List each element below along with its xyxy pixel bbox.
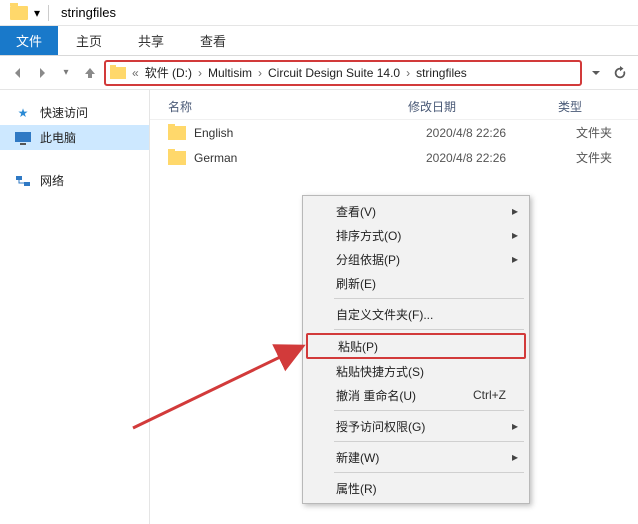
menu-item-refresh[interactable]: 刷新(E): [306, 271, 526, 295]
menu-item-label: 新建(W): [336, 449, 379, 466]
address-bar[interactable]: « 软件 (D:) › Multisim › Circuit Design Su…: [104, 60, 582, 86]
refresh-icon[interactable]: [610, 63, 630, 83]
column-name[interactable]: 名称: [168, 98, 408, 115]
menu-item-customize-folder[interactable]: 自定义文件夹(F)...: [306, 302, 526, 326]
window-title: stringfiles: [61, 5, 116, 20]
laquo-icon: «: [128, 66, 143, 80]
menu-item-label: 刷新(E): [336, 275, 376, 292]
chevron-right-icon: ▸: [512, 252, 518, 266]
menu-item-label: 分组依据(P): [336, 251, 400, 268]
menu-item-paste[interactable]: 粘贴(P): [306, 333, 526, 359]
address-history-icon[interactable]: [586, 63, 606, 83]
chevron-right-icon: ▸: [512, 450, 518, 464]
menu-item-group[interactable]: 分组依据(P) ▸: [306, 247, 526, 271]
column-headers[interactable]: 名称 修改日期 类型: [150, 90, 638, 120]
folder-icon: [168, 126, 186, 140]
sidebar: ★ 快速访问 此电脑 网络: [0, 90, 150, 524]
item-date: 2020/4/8 22:26: [426, 151, 576, 165]
item-type: 文件夹: [576, 149, 630, 166]
item-date: 2020/4/8 22:26: [426, 126, 576, 140]
item-name: English: [194, 126, 426, 140]
sidebar-item-label: 网络: [40, 172, 64, 189]
network-icon: [14, 174, 32, 188]
menu-item-label: 粘贴快捷方式(S): [336, 363, 424, 380]
chevron-down-icon[interactable]: ▾: [34, 6, 40, 20]
menu-item-view[interactable]: 查看(V) ▸: [306, 199, 526, 223]
column-type[interactable]: 类型: [558, 98, 630, 115]
column-date[interactable]: 修改日期: [408, 98, 558, 115]
menu-item-label: 撤消 重命名(U): [336, 387, 416, 404]
separator: [48, 5, 49, 21]
menu-divider: [334, 298, 524, 299]
tab-home[interactable]: 主页: [58, 26, 120, 55]
menu-divider: [334, 441, 524, 442]
tab-view[interactable]: 查看: [182, 26, 244, 55]
menu-item-shortcut: Ctrl+Z: [473, 388, 506, 402]
chevron-right-icon: ▸: [512, 419, 518, 433]
ribbon-tabs: 文件 主页 共享 查看: [0, 26, 638, 56]
folder-icon: [10, 6, 28, 20]
item-name: German: [194, 151, 426, 165]
breadcrumb-segment[interactable]: Multisim: [206, 66, 254, 80]
menu-item-label: 排序方式(O): [336, 227, 401, 244]
sidebar-item-this-pc[interactable]: 此电脑: [0, 125, 149, 150]
tab-file[interactable]: 文件: [0, 26, 58, 55]
chevron-right-icon: ›: [402, 66, 414, 80]
sidebar-item-quick-access[interactable]: ★ 快速访问: [0, 100, 149, 125]
list-item[interactable]: English 2020/4/8 22:26 文件夹: [150, 120, 638, 145]
folder-icon: [168, 151, 186, 165]
recent-locations-icon[interactable]: ▾: [56, 63, 76, 83]
menu-item-paste-shortcut[interactable]: 粘贴快捷方式(S): [306, 359, 526, 383]
back-button[interactable]: [8, 63, 28, 83]
chevron-right-icon: ▸: [512, 204, 518, 218]
menu-divider: [334, 329, 524, 330]
sidebar-item-label: 快速访问: [40, 104, 88, 121]
breadcrumb-segment[interactable]: stringfiles: [414, 66, 469, 80]
chevron-right-icon: ›: [254, 66, 266, 80]
window-titlebar: ▾ stringfiles: [0, 0, 638, 26]
star-icon: ★: [14, 106, 32, 120]
up-button[interactable]: [80, 63, 100, 83]
menu-item-grant-access[interactable]: 授予访问权限(G) ▸: [306, 414, 526, 438]
menu-item-new[interactable]: 新建(W) ▸: [306, 445, 526, 469]
menu-item-label: 授予访问权限(G): [336, 418, 425, 435]
menu-item-undo[interactable]: 撤消 重命名(U) Ctrl+Z: [306, 383, 526, 407]
breadcrumb-segment[interactable]: 软件 (D:): [143, 64, 194, 81]
menu-item-label: 属性(R): [336, 480, 377, 497]
menu-item-label: 自定义文件夹(F)...: [336, 306, 433, 323]
tab-share[interactable]: 共享: [120, 26, 182, 55]
menu-item-sort[interactable]: 排序方式(O) ▸: [306, 223, 526, 247]
chevron-right-icon: ▸: [512, 228, 518, 242]
breadcrumb-segment[interactable]: Circuit Design Suite 14.0: [266, 66, 402, 80]
menu-divider: [334, 410, 524, 411]
menu-item-label: 查看(V): [336, 203, 376, 220]
menu-item-properties[interactable]: 属性(R): [306, 476, 526, 500]
list-item[interactable]: German 2020/4/8 22:26 文件夹: [150, 145, 638, 170]
menu-item-label: 粘贴(P): [338, 338, 378, 355]
sidebar-item-label: 此电脑: [40, 129, 76, 146]
menu-divider: [334, 472, 524, 473]
context-menu: 查看(V) ▸ 排序方式(O) ▸ 分组依据(P) ▸ 刷新(E) 自定义文件夹…: [302, 195, 530, 504]
monitor-icon: [14, 131, 32, 145]
chevron-right-icon: ›: [194, 66, 206, 80]
sidebar-item-network[interactable]: 网络: [0, 168, 149, 193]
folder-icon: [110, 67, 126, 79]
nav-bar: ▾ « 软件 (D:) › Multisim › Circuit Design …: [0, 56, 638, 90]
item-type: 文件夹: [576, 124, 630, 141]
forward-button[interactable]: [32, 63, 52, 83]
